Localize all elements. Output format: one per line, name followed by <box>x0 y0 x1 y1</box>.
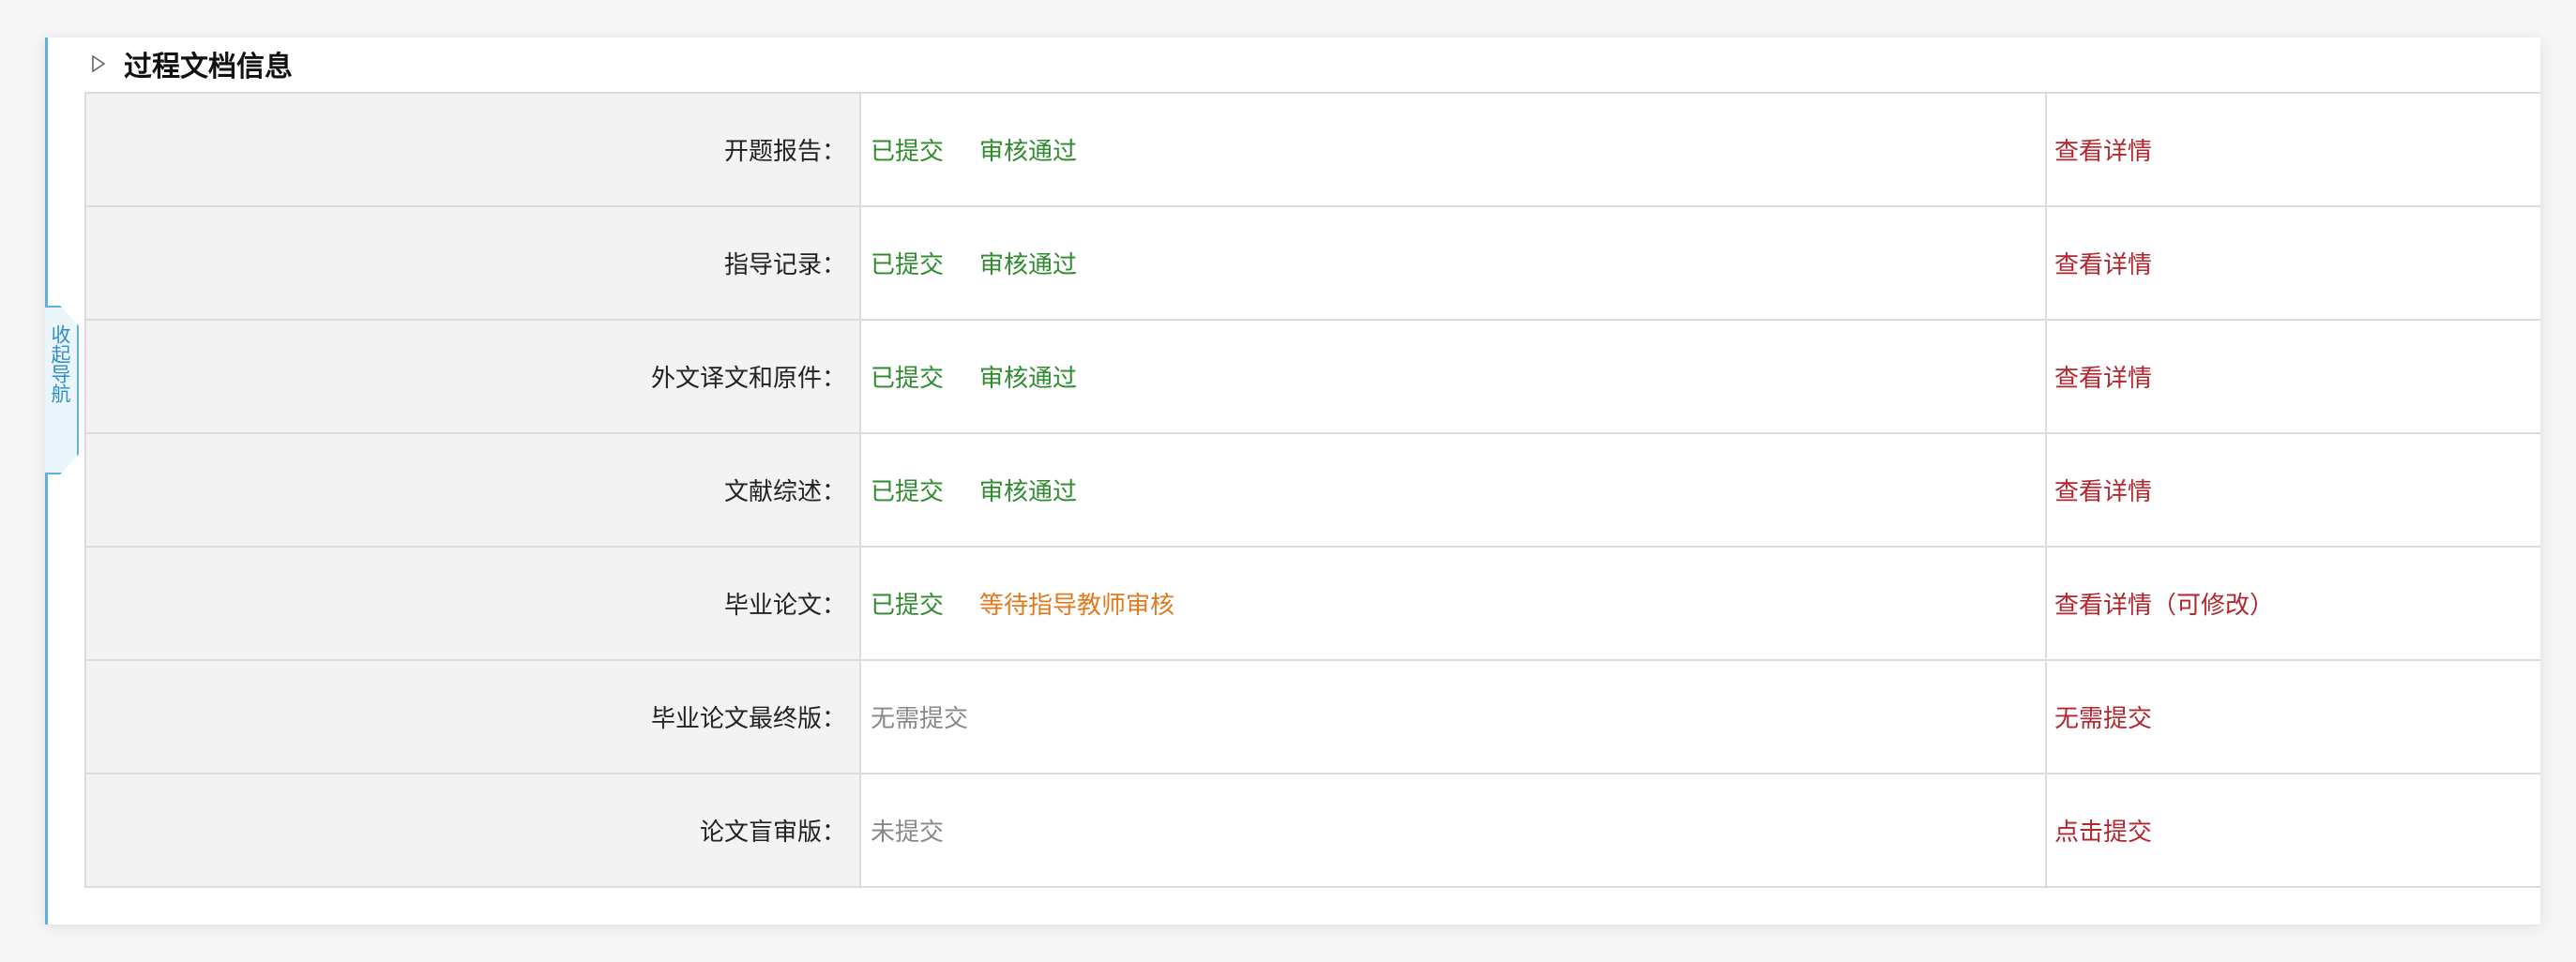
row-action-link[interactable]: 无需提交 <box>2054 705 2152 733</box>
table-row: 文献综述： 已提交 审核通过 查看详情 <box>84 432 2540 548</box>
status-cell: 未提交 <box>859 773 2047 888</box>
submit-status: 已提交 <box>871 478 945 506</box>
document-label: 论文盲审版： <box>84 773 861 888</box>
action-cell: 查看详情（可修改） <box>2045 546 2540 661</box>
document-label: 毕业论文： <box>84 546 861 661</box>
table-row: 开题报告： 已提交 审核通过 查看详情 <box>84 92 2540 207</box>
action-cell: 查看详情 <box>2045 432 2540 548</box>
submit-status: 已提交 <box>871 365 945 393</box>
submit-status: 未提交 <box>871 819 945 847</box>
action-cell: 查看详情 <box>2045 319 2540 434</box>
table-row: 毕业论文： 已提交 等待指导教师审核 查看详情（可修改） <box>84 546 2540 661</box>
action-cell: 点击提交 <box>2045 773 2540 888</box>
document-label: 毕业论文最终版： <box>84 659 861 774</box>
status-cell: 已提交 审核通过 <box>859 205 2047 321</box>
row-action-link[interactable]: 查看详情（可修改） <box>2054 592 2274 620</box>
table-row: 论文盲审版： 未提交 点击提交 <box>84 773 2540 888</box>
submit-status: 已提交 <box>871 138 945 166</box>
status-cell: 已提交 等待指导教师审核 <box>859 546 2047 661</box>
status-cell: 已提交 审核通过 <box>859 92 2047 207</box>
status-cell: 无需提交 <box>859 659 2047 774</box>
row-action-link[interactable]: 查看详情 <box>2054 251 2152 279</box>
section-title: 过程文档信息 <box>124 51 293 83</box>
action-cell: 查看详情 <box>2045 92 2540 207</box>
status-cell: 已提交 审核通过 <box>859 319 2047 434</box>
action-cell: 查看详情 <box>2045 205 2540 321</box>
row-action-link[interactable]: 点击提交 <box>2054 819 2152 847</box>
table-row: 指导记录： 已提交 审核通过 查看详情 <box>84 205 2540 321</box>
collapse-nav-label[interactable]: 收起导航 <box>45 324 75 403</box>
process-documents-panel: 收起导航 过程文档信息 开题报告： 已提交 审核通过 查看详情 指导记录： 已提交 审核通过… <box>45 38 2540 924</box>
table-row: 外文译文和原件： 已提交 审核通过 查看详情 <box>84 319 2540 434</box>
review-status: 审核通过 <box>979 251 1078 279</box>
submit-status: 无需提交 <box>871 705 969 733</box>
document-label: 文献综述： <box>84 432 861 548</box>
submit-status: 已提交 <box>871 251 945 279</box>
section-header: 过程文档信息 <box>92 38 293 90</box>
row-action-link[interactable]: 查看详情 <box>2054 365 2152 393</box>
review-status: 等待指导教师审核 <box>979 592 1175 620</box>
document-label: 指导记录： <box>84 205 861 321</box>
action-cell: 无需提交 <box>2045 659 2540 774</box>
triangle-right-icon <box>92 55 105 72</box>
review-status: 审核通过 <box>979 478 1078 506</box>
sidebar-border <box>45 38 48 924</box>
submit-status: 已提交 <box>871 592 945 620</box>
row-action-link[interactable]: 查看详情 <box>2054 138 2152 166</box>
review-status: 审核通过 <box>979 365 1078 393</box>
review-status: 审核通过 <box>979 138 1078 166</box>
status-cell: 已提交 审核通过 <box>859 432 2047 548</box>
row-action-link[interactable]: 查看详情 <box>2054 478 2152 506</box>
table-row: 毕业论文最终版： 无需提交 无需提交 <box>84 659 2540 774</box>
document-status-table: 开题报告： 已提交 审核通过 查看详情 指导记录： 已提交 审核通过 查看详情 外文译文和原件：… <box>84 92 2540 888</box>
document-label: 外文译文和原件： <box>84 319 861 434</box>
document-label: 开题报告： <box>84 92 861 207</box>
